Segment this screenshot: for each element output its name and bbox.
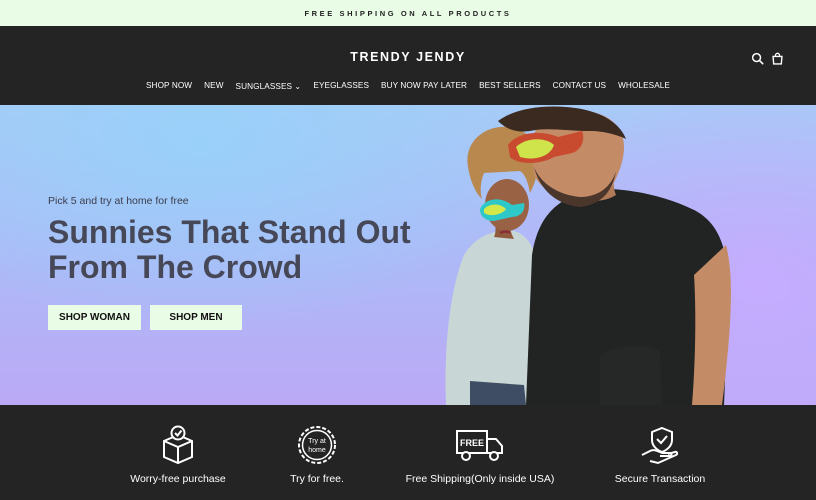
hand-shield-icon [641, 426, 679, 465]
nav-contact-us[interactable]: CONTACT US [553, 81, 606, 91]
announcement-bar: FREE SHIPPING ON ALL PRODUCTS [0, 0, 816, 26]
nav-eyeglasses[interactable]: EYEGLASSES [313, 81, 369, 91]
nav-wholesale[interactable]: WHOLESALE [618, 81, 670, 91]
site-header: TRENDY JENDY SHOP NOW NEW SUNGLASSES ⌄ E… [0, 26, 816, 105]
site-logo[interactable]: TRENDY JENDY [0, 50, 816, 64]
hero-models-image [445, 106, 731, 405]
shop-men-button[interactable]: SHOP MEN [150, 305, 242, 330]
badge-line-2: home [308, 447, 326, 454]
truck-free-text: FREE [460, 438, 484, 448]
nav-new[interactable]: NEW [204, 81, 223, 91]
features-bar: Worry-free purchase Try at home Try for … [0, 405, 816, 500]
feature-secure-label: Secure Transaction [614, 473, 706, 485]
nav-best-sellers[interactable]: BEST SELLERS [479, 81, 541, 91]
try-at-home-badge-icon: Try at home [298, 426, 336, 464]
free-truck-icon: FREE [456, 430, 503, 461]
nav-buy-now-pay-later[interactable]: BUY NOW PAY LATER [381, 81, 467, 91]
box-check-icon [163, 425, 193, 465]
announcement-text: FREE SHIPPING ON ALL PRODUCTS [304, 8, 512, 18]
search-icon[interactable] [751, 52, 764, 65]
hero-kicker: Pick 5 and try at home for free [48, 195, 189, 207]
hero-banner: Pick 5 and try at home for free Sunnies … [0, 105, 816, 405]
main-nav: SHOP NOW NEW SUNGLASSES ⌄ EYEGLASSES BUY… [0, 81, 816, 91]
feature-free-shipping-label: Free Shipping(Only inside USA) [405, 473, 555, 485]
bag-icon[interactable] [771, 52, 784, 65]
shop-woman-button[interactable]: SHOP WOMAN [48, 305, 141, 330]
feature-secure: Secure Transaction [560, 425, 760, 485]
feature-free-shipping: FREE Free Shipping(Only inside USA) [380, 425, 580, 485]
nav-shop-now[interactable]: SHOP NOW [146, 81, 192, 91]
badge-line-1: Try at [308, 438, 326, 445]
nav-sunglasses-dropdown[interactable]: SUNGLASSES ⌄ [236, 81, 302, 91]
hero-title: Sunnies That Stand Out From The Crowd [48, 214, 411, 285]
